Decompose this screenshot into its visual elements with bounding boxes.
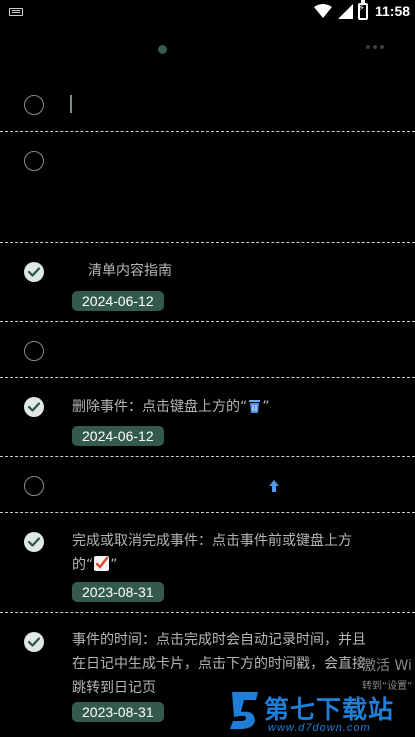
- date-badge[interactable]: 2024-06-12: [72, 291, 164, 311]
- divider: [0, 456, 415, 457]
- site-logo-icon: [230, 692, 258, 729]
- site-brand-text: 第七下载站: [264, 695, 395, 724]
- status-time: 11:58: [375, 3, 411, 19]
- move-up-arrow-icon[interactable]: [268, 479, 280, 493]
- text-cursor: [70, 95, 72, 113]
- item-checkbox[interactable]: [24, 476, 44, 496]
- item-text-line: 在日记中生成卡片，点击下方的时间戳，会直接: [72, 656, 366, 672]
- page-indicator-dot: [158, 45, 167, 54]
- keyboard-icon: [9, 8, 23, 16]
- more-options-icon[interactable]: [366, 45, 386, 53]
- date-badge[interactable]: 2024-06-12: [72, 426, 164, 446]
- status-bar: 11:58: [0, 0, 415, 24]
- item-text-before: 删除事件：点击键盘上方的“: [72, 399, 248, 415]
- check-mark-icon: [94, 556, 110, 571]
- divider: [0, 242, 415, 243]
- item-checkbox-checked[interactable]: [24, 632, 44, 652]
- item-checkbox[interactable]: [24, 341, 44, 361]
- date-badge[interactable]: 2023-08-31: [72, 702, 164, 722]
- divider: [0, 612, 415, 613]
- item-text[interactable]: 删除事件：点击键盘上方的“ ”: [72, 395, 392, 419]
- signal-icon: [338, 4, 353, 19]
- item-text-after: ”: [262, 399, 270, 415]
- item-checkbox-checked[interactable]: [24, 532, 44, 552]
- item-text-line: 事件的时间：点击完成时会自动记录时间，并且: [72, 632, 366, 648]
- battery-charging-icon: [358, 0, 368, 20]
- item-text[interactable]: 完成或取消完成事件：点击事件前或键盘上方 的“”: [72, 529, 392, 577]
- wifi-icon: [314, 4, 332, 18]
- item-checkbox[interactable]: [24, 151, 44, 171]
- divider: [0, 512, 415, 513]
- site-url-text: www.d7down.com: [268, 722, 371, 734]
- divider: [0, 377, 415, 378]
- item-checkbox-checked[interactable]: [24, 262, 44, 282]
- trash-icon: [249, 400, 261, 413]
- item-checkbox-checked[interactable]: [24, 397, 44, 417]
- activate-windows-text: 激活 Wi: [362, 658, 412, 674]
- divider: [0, 131, 415, 132]
- item-text-line: 完成或取消完成事件：点击事件前或键盘上方: [72, 533, 352, 549]
- item-text[interactable]: 清单内容指南: [88, 259, 408, 283]
- item-text-line: 的“”: [72, 556, 118, 573]
- item-checkbox[interactable]: [24, 95, 44, 115]
- date-badge[interactable]: 2023-08-31: [72, 582, 164, 602]
- divider: [0, 321, 415, 322]
